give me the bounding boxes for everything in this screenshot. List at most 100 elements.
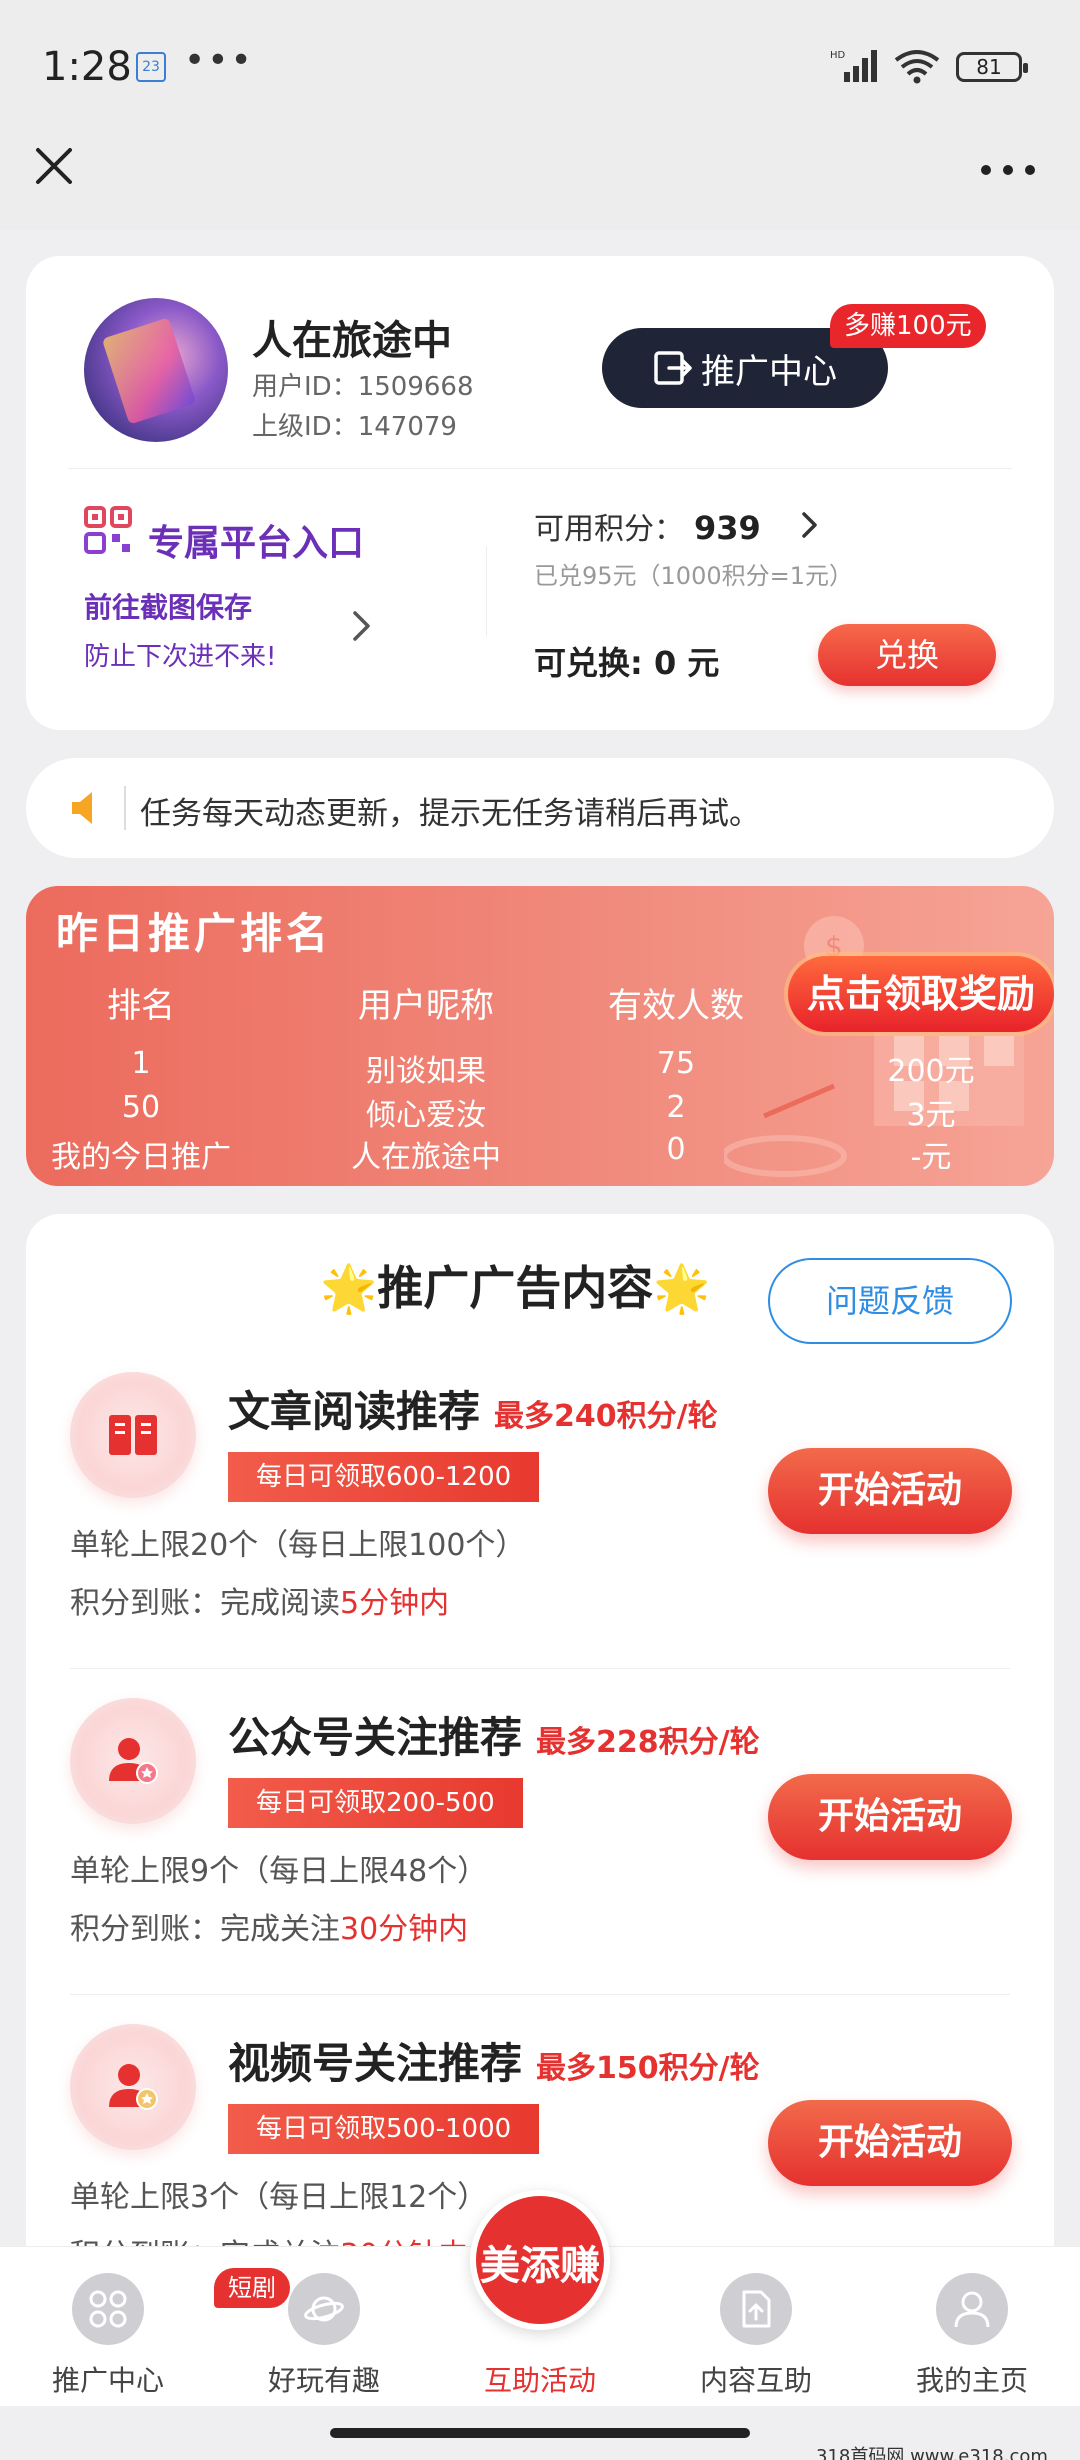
save-hint: 防止下次进不来! [84,642,277,672]
count-cell: 2 [666,1090,686,1125]
ranking-panel: $ 昨日推广排名 排名 用户昵称 有效人数 点击领取奖励 1 别谈如果 75 2… [26,886,1054,1186]
document-upload-icon [720,2273,792,2345]
vertical-divider [486,546,487,636]
nav-label: 我的主页 [915,2364,1028,2397]
user-name: 人在旅途中 [252,318,452,364]
person-icon [936,2273,1008,2345]
user-star-icon [70,2024,196,2150]
ranking-title: 昨日推广排名 [56,909,333,958]
start-activity-button[interactable]: 开始活动 [768,1448,1012,1534]
start-activity-button[interactable]: 开始活动 [768,1774,1012,1860]
chevron-right-icon[interactable] [350,608,374,644]
status-time: 1:28 [42,44,132,90]
nav-item-content-mutual[interactable]: 内容互助 [656,2273,856,2403]
share-exit-icon [654,351,692,385]
calendar-badge-icon: 23 [136,52,166,82]
redeem-button[interactable]: 兑换 [818,624,996,686]
ads-card: 🌟推广广告内容🌟 问题反馈 文章阅读推荐 最多240积分/轮 每日可领取600-1… [26,1214,1054,2264]
exchangeable-amount: 可兑换: 0 元 [534,644,720,682]
top-nav [0,130,1080,230]
ads-title: 🌟推广广告内容🌟 [320,1252,711,1318]
points-value: 939 [694,509,761,547]
task-credit: 积分到账：完成关注30分钟内 [70,1904,468,1948]
more-options-icon[interactable] [978,160,1038,180]
book-icon [70,1372,196,1498]
nav-label: 推广中心 [51,2364,164,2397]
parent-id: 上级ID：147079 [252,412,457,442]
status-bar: 1:28 23 ••• HD 81 [0,0,1080,130]
close-icon[interactable] [30,142,78,190]
task-max-points: 最多240积分/轮 [494,1399,718,1434]
task-daily-range: 每日可领取500-1000 [228,2104,540,2154]
nickname-cell: 人在旅途中 [351,1140,501,1175]
promo-center-label: 推广中心 [701,351,837,392]
battery-icon: 81 [956,52,1028,82]
user-star-icon [70,1698,196,1824]
start-activity-button[interactable]: 开始活动 [768,2100,1012,2186]
reward-cell: -元 [910,1140,952,1175]
count-header: 有效人数 [608,986,744,1026]
profile-card: 人在旅途中 用户ID：1509668 上级ID：147079 推广中心 多赚10… [26,256,1054,730]
task-name: 视频号关注推荐 最多150积分/轮 [228,2030,760,2091]
rank-cell: 50 [121,1090,161,1125]
save-screenshot-link[interactable]: 前往截图保存 [84,586,252,626]
nav-label: 好玩有趣 [267,2364,380,2397]
nickname-cell: 别谈如果 [366,1054,486,1089]
ads-title-text: 推广广告内容 [377,1261,654,1315]
nav-item-promo-center[interactable]: 推广中心 [8,2273,208,2403]
nav-label: 互助活动 [483,2364,596,2397]
reward-cell: 3元 [906,1098,956,1133]
task-credit-prefix: 积分到账：完成关注 [70,1912,340,1947]
task-name: 公众号关注推荐 最多228积分/轮 [228,1704,760,1765]
bonus-badge: 多赚100元 [830,304,986,348]
task-limit: 单轮上限20个（每日上限100个） [70,1528,526,1563]
nickname-cell: 倾心爱汝 [366,1098,486,1133]
task-name: 文章阅读推荐 最多240积分/轮 [228,1378,718,1439]
center-logo-button[interactable]: 美添赚 [470,2190,610,2330]
task-limit: 单轮上限3个（每日上限12个） [70,2180,488,2215]
divider [70,1668,1010,1669]
user-id: 用户ID：1509668 [252,372,474,402]
planet-icon [288,2273,360,2345]
notice-bar: 任务每天动态更新，提示无任务请稍后再试。 [26,758,1054,858]
task-limit: 单轮上限9个（每日上限48个） [70,1854,488,1889]
points-row[interactable]: 可用积分： 939 [534,504,761,548]
task-item: 公众号关注推荐 最多228积分/轮 每日可领取200-500 单轮上限9个（每日上… [26,1698,1054,2024]
task-daily-range: 每日可领取600-1200 [228,1452,540,1502]
nickname-header: 用户昵称 [358,986,494,1026]
task-name-text: 公众号关注推荐 [228,1713,523,1762]
task-credit-time: 5分钟内 [340,1586,450,1621]
divider [70,1994,1010,1995]
status-more-dots: ••• [184,40,254,81]
rank-cell: 1 [131,1046,151,1081]
watermark: 318首码网 www.e318.com [816,2446,1048,2460]
task-item: 文章阅读推荐 最多240积分/轮 每日可领取600-1200 单轮上限20个（每日… [26,1372,1054,1698]
signal-icon: HD [830,50,877,82]
svg-text:HD: HD [830,50,846,61]
avatar[interactable] [84,298,228,442]
points-label: 可用积分： [534,512,684,547]
platform-entry-title[interactable]: 专属平台入口 [148,514,364,566]
task-credit-time: 30分钟内 [340,1912,469,1947]
grid-icon [72,2273,144,2345]
task-daily-range: 每日可领取200-500 [228,1778,523,1828]
reward-cell: 200元 [887,1054,975,1089]
notice-text: 任务每天动态更新，提示无任务请稍后再试。 [140,796,760,832]
task-max-points: 最多150积分/轮 [536,2051,760,2086]
task-name-text: 视频号关注推荐 [228,2039,523,2088]
nav-item-my-home[interactable]: 我的主页 [872,2273,1072,2403]
chevron-right-icon[interactable] [800,510,820,540]
qr-code-icon [84,506,132,554]
nav-label: 内容互助 [699,2364,812,2397]
star-icon: 🌟 [320,1261,378,1315]
feedback-button[interactable]: 问题反馈 [768,1258,1012,1344]
task-name-text: 文章阅读推荐 [228,1387,481,1436]
count-cell: 75 [656,1046,696,1081]
speaker-icon [72,792,92,824]
claim-reward-button[interactable]: 点击领取奖励 [788,956,1054,1032]
count-cell: 0 [666,1132,686,1167]
divider [68,468,1012,469]
wifi-icon [894,50,940,84]
home-indicator[interactable] [330,2428,750,2438]
short-drama-badge: 短剧 [214,2268,290,2308]
